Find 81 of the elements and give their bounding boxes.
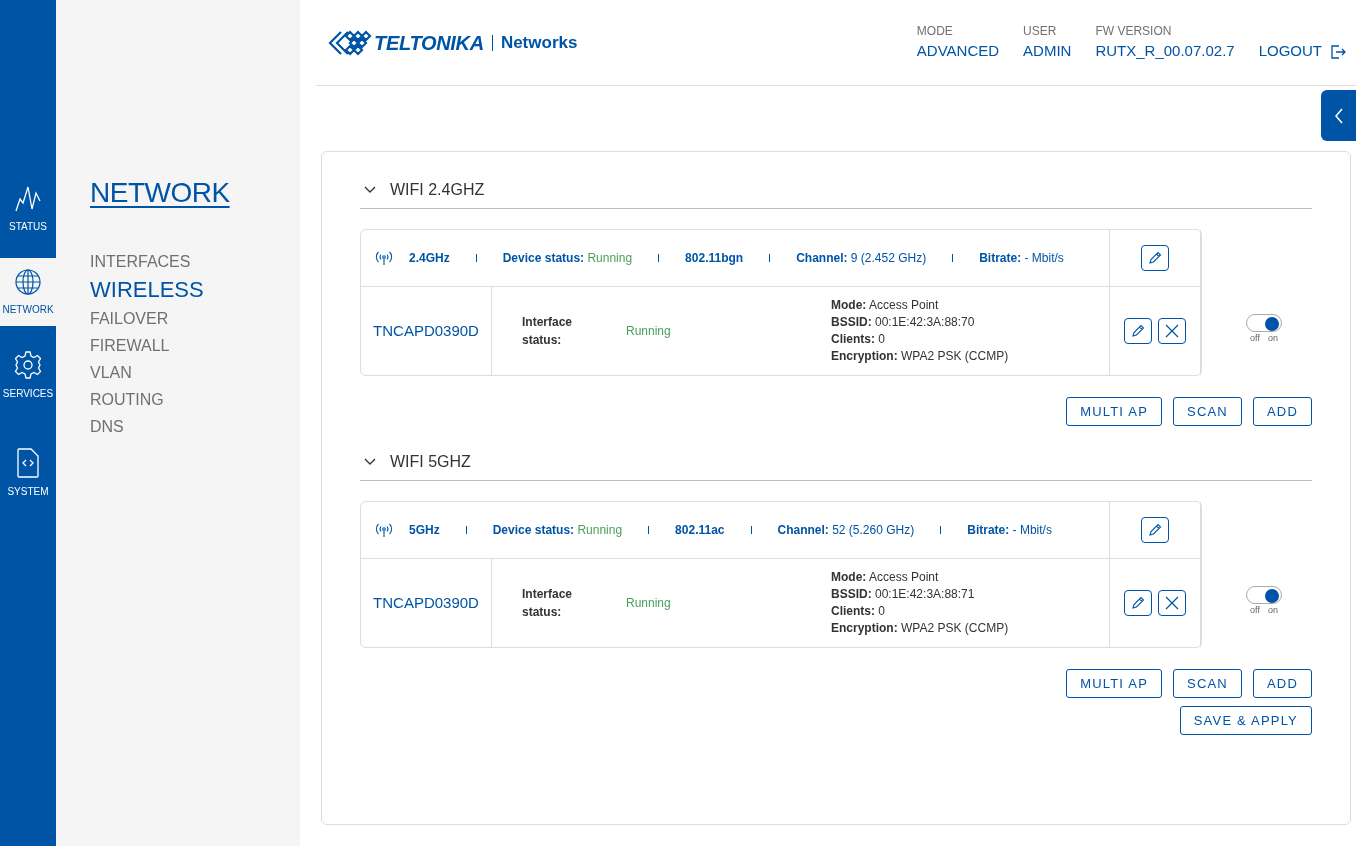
detail-line: Mode: Access Point	[831, 297, 940, 314]
gear-icon	[13, 349, 43, 380]
info-value: ADMIN	[1023, 41, 1072, 62]
chevron-icon	[364, 186, 376, 194]
info-label: FW VERSION	[1095, 23, 1173, 41]
menu-item[interactable]: INTERFACES	[90, 248, 191, 275]
band-label: 2.4GHz	[409, 250, 450, 267]
menu-item[interactable]: WIRELESS	[90, 275, 204, 305]
channel-info: Channel: 52 (5.260 GHz)	[777, 522, 915, 539]
ssid-text: TNCAPD0390D	[373, 592, 479, 613]
logo-text: TELTONIKA	[374, 30, 484, 56]
pencil-icon	[1131, 324, 1145, 338]
detail-line: BSSID: 00:1E:42:3A:88:70	[831, 314, 976, 331]
logo-mark-icon	[328, 29, 372, 56]
menu-item[interactable]: FAILOVER	[90, 305, 169, 332]
section-title: NETWORK	[90, 176, 230, 210]
channel-info: Channel: 9 (2.452 GHz)	[796, 250, 927, 267]
interface-status-value: Running	[626, 323, 671, 340]
toggle-switch[interactable]	[1246, 314, 1282, 333]
delete-button[interactable]	[1158, 318, 1186, 344]
logout-icon	[1330, 43, 1346, 60]
antenna-icon	[375, 522, 393, 538]
logo-subtitle: Networks	[491, 34, 578, 51]
section-heading: WIFI 5GHZ	[390, 452, 471, 472]
detail-line: Mode: Access Point	[831, 569, 940, 586]
rail-item[interactable]: NETWORK	[0, 258, 56, 326]
chevron-icon	[364, 458, 376, 466]
pencil-icon	[1131, 596, 1145, 610]
edit-button[interactable]	[1141, 245, 1169, 271]
menu-item[interactable]: FIREWALL	[90, 332, 170, 359]
menu-item[interactable]: VLAN	[90, 359, 132, 386]
toggle-switch[interactable]	[1246, 586, 1282, 605]
detail-line: BSSID: 00:1E:42:3A:88:71	[831, 586, 976, 603]
delete-button[interactable]	[1158, 590, 1186, 616]
bitrate-info: Bitrate: - Mbit/s	[979, 250, 1064, 267]
info-label: USER	[1023, 23, 1058, 41]
toggle-label: off	[1250, 604, 1260, 618]
pencil-icon	[1148, 523, 1162, 537]
toggle-label: off	[1250, 332, 1260, 346]
close-icon	[1165, 596, 1179, 610]
toggle-label: on	[1267, 604, 1278, 618]
menu-item[interactable]: DNS	[90, 413, 124, 440]
globe-icon	[14, 267, 42, 296]
edit-button[interactable]	[1124, 318, 1152, 344]
pencil-icon	[1148, 251, 1162, 265]
detail-line: Encryption: WPA2 PSK (CCMP)	[831, 620, 1010, 637]
chevron-left-icon	[1333, 107, 1344, 124]
edit-button[interactable]	[1141, 517, 1169, 543]
action-button[interactable]: SCAN	[1173, 397, 1242, 426]
device-status: Device status: Running	[502, 250, 633, 267]
save-apply-button[interactable]: SAVE & APPLY	[1179, 706, 1312, 735]
menu-item[interactable]: ROUTING	[90, 386, 164, 413]
action-button[interactable]: ADD	[1252, 397, 1312, 426]
action-button[interactable]: MULTI AP	[1066, 669, 1162, 698]
standard-label: 802.11bgn	[685, 250, 744, 267]
detail-line: Clients: 0	[831, 331, 887, 348]
ssid-text: TNCAPD0390D	[373, 320, 479, 341]
close-icon	[1165, 324, 1179, 338]
code-file-icon	[16, 447, 40, 478]
toggle-label: on	[1267, 332, 1278, 346]
antenna-icon	[375, 250, 393, 266]
action-button[interactable]: SCAN	[1173, 669, 1242, 698]
action-button[interactable]: MULTI AP	[1066, 397, 1162, 426]
bitrate-info: Bitrate: - Mbit/s	[967, 522, 1052, 539]
edit-button[interactable]	[1124, 590, 1152, 616]
logout-button[interactable]: LOGOUT	[1258, 40, 1346, 63]
info-value: ADVANCED	[916, 41, 1000, 62]
detail-line: Encryption: WPA2 PSK (CCMP)	[831, 348, 1010, 365]
interface-status-label: Interface status:	[522, 314, 574, 349]
section-heading: WIFI 2.4GHZ	[390, 180, 485, 200]
info-label: MODE	[916, 23, 954, 41]
detail-line: Clients: 0	[831, 603, 887, 620]
interface-status-value: Running	[626, 595, 671, 612]
band-label: 5GHz	[409, 522, 440, 539]
device-status: Device status: Running	[492, 522, 623, 539]
collapse-button[interactable]	[1321, 90, 1356, 141]
interface-status-label: Interface status:	[522, 586, 574, 621]
action-button[interactable]: ADD	[1252, 669, 1312, 698]
standard-label: 802.11ac	[675, 522, 725, 539]
pulse-line-icon	[15, 184, 41, 213]
info-value: RUTX_R_00.07.02.7	[1095, 41, 1235, 62]
